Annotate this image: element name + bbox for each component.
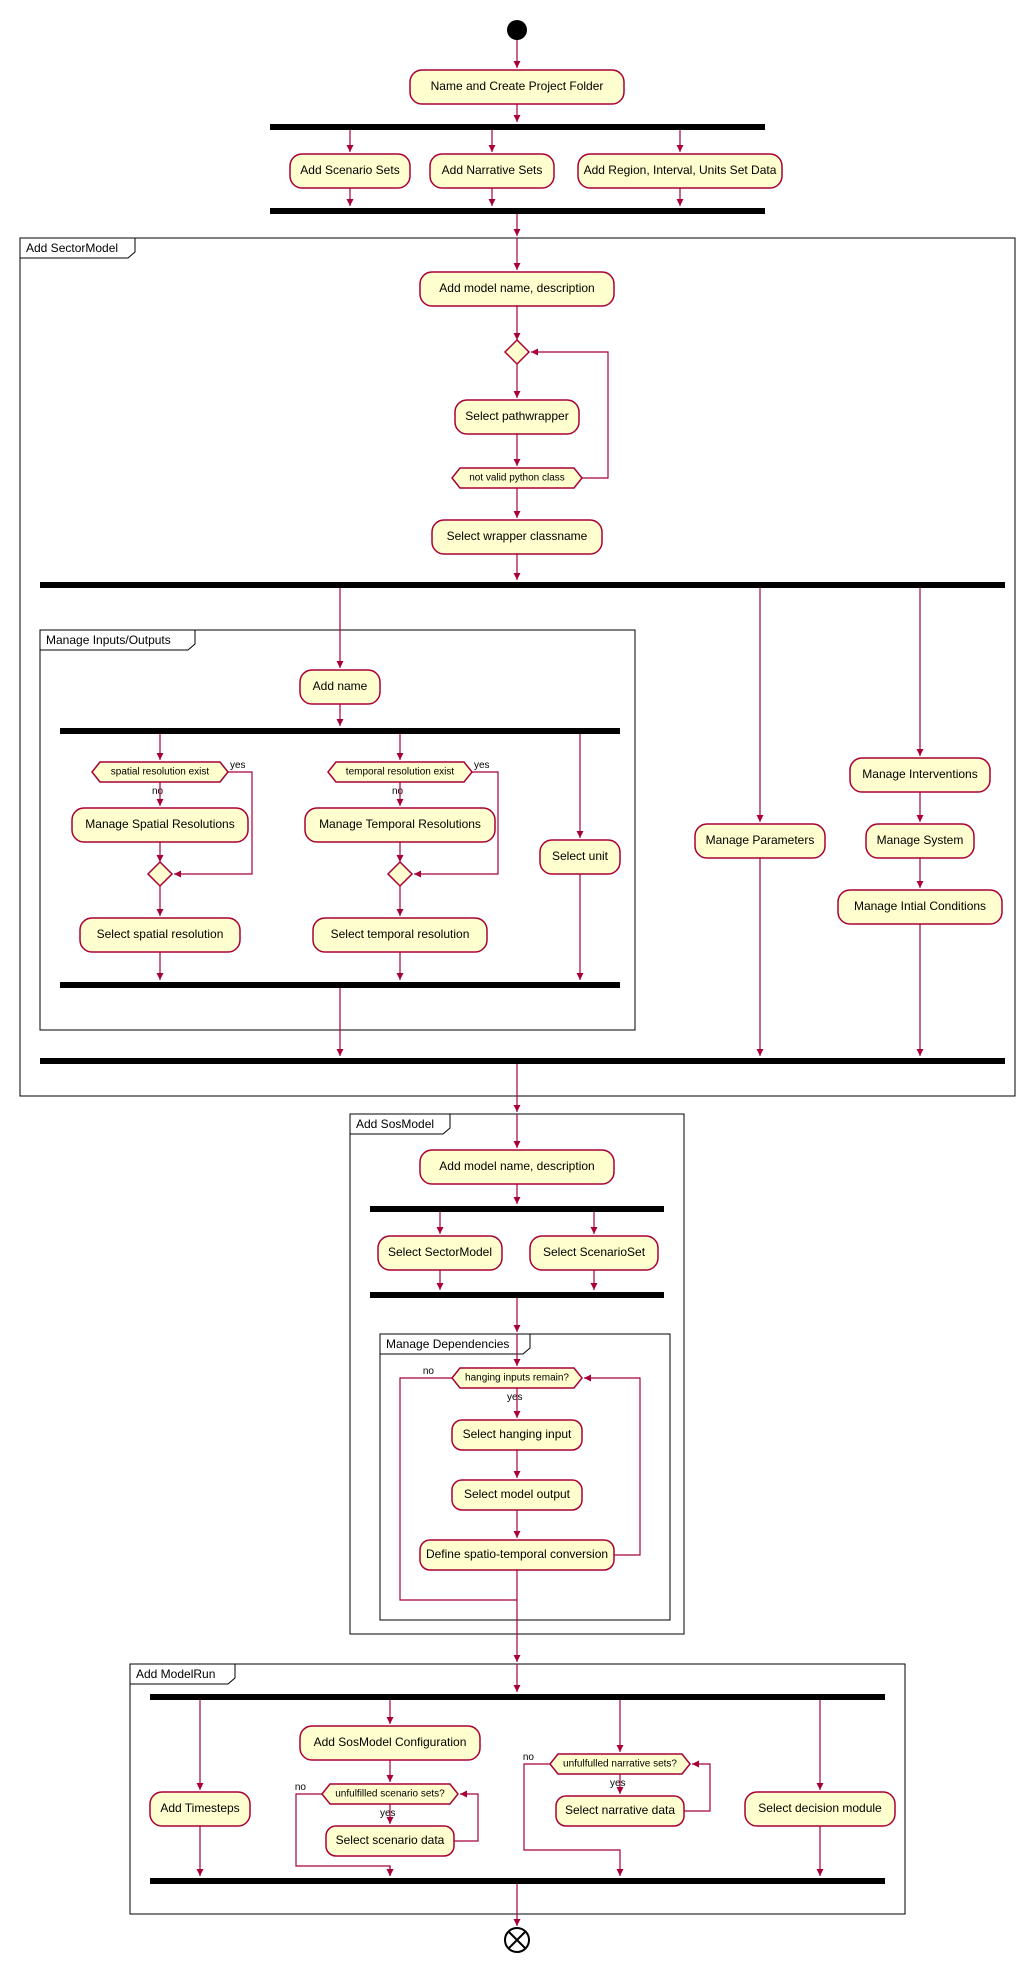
label-no-4: no	[295, 1782, 307, 1793]
label-spatial-exist: spatial resolution exist	[111, 767, 210, 778]
join-bar-io	[60, 982, 620, 988]
label-model-desc: Add model name, description	[439, 281, 594, 295]
frame-sosmodel-title: Add SosModel	[356, 1117, 434, 1131]
label-temporal-exist: temporal resolution exist	[346, 767, 455, 778]
join-bar-run	[150, 1878, 885, 1884]
label-add-timesteps: Add Timesteps	[160, 1801, 239, 1815]
label-manage-spatial: Manage Spatial Resolutions	[85, 817, 234, 831]
label-select-spatial: Select spatial resolution	[97, 927, 224, 941]
label-add-narrative-sets: Add Narrative Sets	[442, 163, 543, 177]
frame-dependencies-title: Manage Dependencies	[386, 1337, 509, 1351]
label-manage-temporal: Manage Temporal Resolutions	[319, 817, 481, 831]
label-no-3: no	[423, 1366, 435, 1377]
label-add-soscfg: Add SosModel Configuration	[314, 1735, 467, 1749]
fork-bar-run	[150, 1694, 885, 1700]
label-manage-interv: Manage Interventions	[862, 767, 977, 781]
label-yes-3: yes	[507, 1392, 523, 1403]
merge-spatial	[148, 862, 172, 886]
fork-bar-sos	[370, 1206, 664, 1212]
merge-temporal	[388, 862, 412, 886]
label-select-unit: Select unit	[552, 849, 609, 863]
join-bar-sos	[370, 1292, 664, 1298]
label-wrapper-classname: Select wrapper classname	[447, 529, 588, 543]
frame-io-title: Manage Inputs/Outputs	[46, 633, 171, 647]
activity-diagram: Name and Create Project Folder Add Scena…	[0, 0, 1035, 1966]
label-create-project: Name and Create Project Folder	[431, 79, 604, 93]
initial-node	[507, 20, 527, 40]
frame-modelrun-title: Add ModelRun	[136, 1667, 215, 1681]
fork-bar-sector	[40, 582, 1005, 588]
label-yes-4: yes	[380, 1808, 396, 1819]
join-bar-sector	[40, 1058, 1005, 1064]
label-sos-desc: Add model name, description	[439, 1159, 594, 1173]
label-yes-5: yes	[610, 1778, 626, 1789]
label-yes-1: yes	[230, 760, 246, 771]
label-hanging: hanging inputs remain?	[465, 1373, 569, 1384]
join-bar-1	[270, 208, 765, 214]
frame-modelrun	[130, 1664, 905, 1914]
label-no-2: no	[392, 786, 404, 797]
label-add-scenario-sets: Add Scenario Sets	[300, 163, 399, 177]
label-select-scenario-data: Select scenario data	[336, 1833, 445, 1847]
decision-loop-top	[505, 340, 529, 364]
fork-bar-1	[270, 124, 765, 130]
label-select-temporal: Select temporal resolution	[331, 927, 470, 941]
label-yes-2: yes	[474, 760, 490, 771]
label-define-conversion: Define spatio-temporal conversion	[426, 1547, 608, 1561]
label-select-sector: Select SectorModel	[388, 1245, 492, 1259]
label-add-region: Add Region, Interval, Units Set Data	[584, 163, 777, 177]
fork-bar-io	[60, 728, 620, 734]
label-valid-class: not valid python class	[469, 473, 565, 484]
label-select-hanging: Select hanging input	[463, 1427, 572, 1441]
label-unf-narr: unfulfulled narrative sets?	[563, 1759, 677, 1770]
frame-sectormodel-title: Add SectorModel	[26, 241, 118, 255]
label-add-name: Add name	[313, 679, 368, 693]
label-manage-system: Manage System	[877, 833, 964, 847]
label-select-scenset: Select ScenarioSet	[543, 1245, 646, 1259]
label-select-output: Select model output	[464, 1487, 571, 1501]
label-pathwrapper: Select pathwrapper	[465, 409, 568, 423]
label-no-5: no	[523, 1752, 535, 1763]
label-no-1: no	[152, 786, 164, 797]
label-select-narr-data: Select narrative data	[565, 1803, 675, 1817]
label-unf-scen: unfulfilled scenario sets?	[335, 1789, 445, 1800]
label-manage-params: Manage Parameters	[706, 833, 815, 847]
label-manage-initial: Manage Intial Conditions	[854, 899, 986, 913]
label-select-decision: Select decision module	[758, 1801, 882, 1815]
